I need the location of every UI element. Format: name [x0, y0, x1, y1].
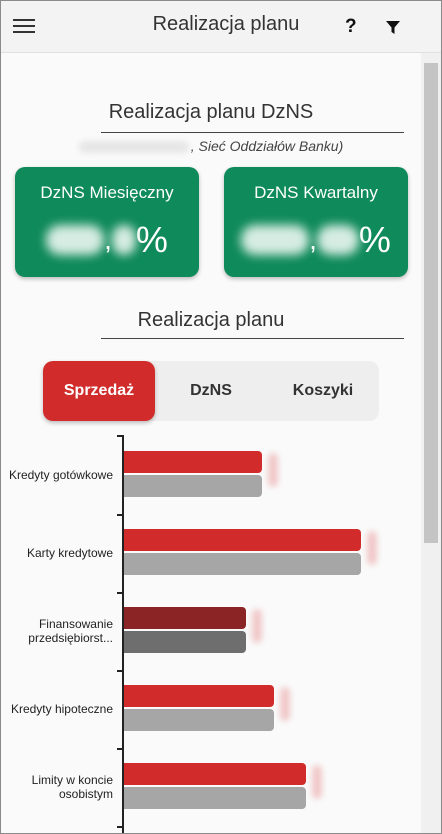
plan-tabs: Sprzedaż DzNS Koszyki — [43, 361, 379, 421]
redacted-value — [46, 225, 105, 255]
menu-icon[interactable] — [13, 19, 35, 35]
bar-series-2[interactable] — [124, 475, 262, 497]
category-label: Limity w koncie osobistym — [31, 773, 113, 801]
kpi-comma: , — [309, 224, 317, 255]
plan-bar-chart: Kredyty gotówkowe Karty kredytowe Finansow… — [1, 433, 421, 833]
redacted-value — [111, 225, 136, 255]
redacted-data-label — [252, 609, 262, 643]
y-axis-tick — [117, 826, 123, 828]
y-axis-tick — [117, 435, 123, 437]
y-axis-tick — [117, 514, 123, 516]
app-frame: Realizacja planu ? Realizacja planu DzNS… — [0, 0, 442, 834]
bar-series-2[interactable] — [124, 787, 306, 809]
category-label: Karty kredytowe — [26, 546, 113, 560]
app-header: Realizacja planu ? — [1, 1, 441, 53]
redacted-data-label — [367, 531, 377, 565]
bar-series-1[interactable] — [124, 607, 246, 629]
redacted-data-label — [280, 687, 290, 721]
category-label: Finansowanie przedsiębiorst... — [28, 617, 113, 645]
scrollbar-thumb[interactable] — [424, 63, 438, 543]
network-subtitle: , Sieć Oddziałów Banku) — [1, 138, 421, 154]
kpi-label-monthly: DzNS Miesięczny — [40, 183, 174, 202]
page-title: Realizacja planu — [152, 13, 300, 35]
redacted-value — [316, 225, 359, 255]
tab-dzns[interactable]: DzNS — [155, 361, 267, 421]
redacted-data-label — [268, 453, 278, 487]
help-icon[interactable]: ? — [345, 16, 357, 38]
filter-icon[interactable] — [386, 21, 400, 35]
kpi-comma: , — [104, 224, 112, 255]
bar-series-2[interactable] — [124, 553, 361, 575]
y-axis-tick — [117, 748, 123, 750]
dzns-section-title: Realizacja planu DzNS — [108, 101, 314, 123]
subtitle-text: , Sieć Oddziałów Banku) — [190, 138, 344, 154]
tab-sprzedaz[interactable]: Sprzedaż — [43, 361, 155, 421]
redacted-text — [78, 141, 189, 154]
dzns-title-divider — [101, 132, 404, 133]
bar-series-2[interactable] — [124, 709, 274, 731]
kpi-unit: % — [358, 219, 391, 260]
redacted-value — [241, 225, 310, 255]
plan-title-divider — [101, 338, 404, 339]
bar-series-1[interactable] — [124, 529, 361, 551]
bar-series-1[interactable] — [124, 763, 306, 785]
bar-series-1[interactable] — [124, 685, 274, 707]
vertical-scrollbar[interactable] — [421, 53, 441, 833]
category-label: Kredyty gotówkowe — [8, 468, 113, 482]
kpi-unit: % — [135, 219, 168, 260]
kpi-card-monthly[interactable]: DzNS Miesięczny ,% — [15, 167, 199, 277]
kpi-label-quarterly: DzNS Kwartalny — [254, 183, 378, 202]
redacted-data-label — [312, 765, 322, 799]
main-content: Realizacja planu DzNS , Sieć Oddziałów B… — [1, 53, 421, 833]
category-label: Kredyty hipoteczne — [10, 702, 113, 716]
y-axis-tick — [117, 670, 123, 672]
kpi-card-quarterly[interactable]: DzNS Kwartalny ,% — [224, 167, 408, 277]
plan-section-title: Realizacja planu — [137, 309, 285, 331]
kpi-value-quarterly: ,% — [224, 219, 408, 263]
bar-series-2[interactable] — [124, 631, 246, 653]
kpi-value-monthly: ,% — [15, 219, 199, 263]
bar-series-1[interactable] — [124, 451, 262, 473]
tab-koszyki[interactable]: Koszyki — [267, 361, 379, 421]
y-axis-tick — [117, 592, 123, 594]
